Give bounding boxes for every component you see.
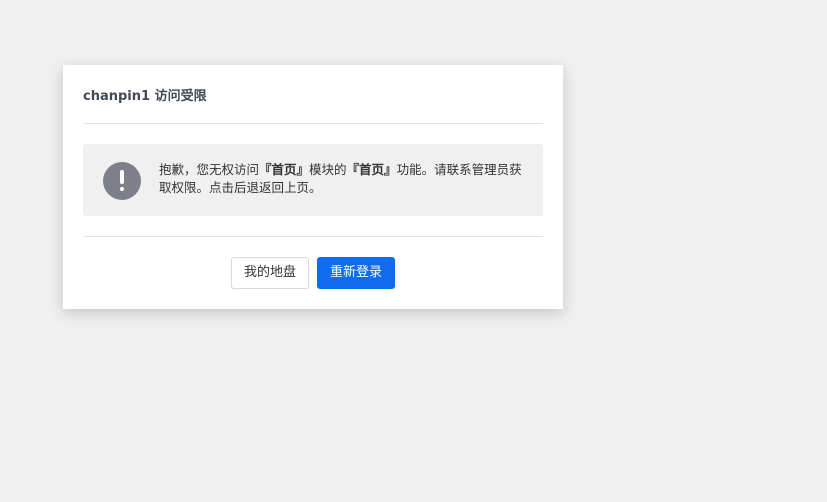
access-denied-dialog: chanpin1 访问受限 抱歉，您无权访问『首页』模块的『首页』功能。请联系管… (63, 65, 563, 309)
message-text: 模块的 (309, 162, 347, 177)
alert-box: 抱歉，您无权访问『首页』模块的『首页』功能。请联系管理员获取权限。点击后退返回上… (83, 144, 543, 216)
alert-message: 抱歉，您无权访问『首页』模块的『首页』功能。请联系管理员获取权限。点击后退返回上… (159, 161, 531, 197)
dialog-title: chanpin1 访问受限 (83, 89, 207, 104)
relogin-button[interactable]: 重新登录 (317, 257, 395, 289)
header-divider (83, 123, 543, 124)
footer-divider (83, 236, 543, 237)
feature-name: 『首页』 (346, 162, 397, 177)
exclamation-circle-icon (103, 162, 141, 200)
module-name: 『首页』 (259, 162, 310, 177)
my-disk-button[interactable]: 我的地盘 (231, 257, 309, 289)
message-text: 抱歉，您无权访问 (159, 162, 260, 177)
